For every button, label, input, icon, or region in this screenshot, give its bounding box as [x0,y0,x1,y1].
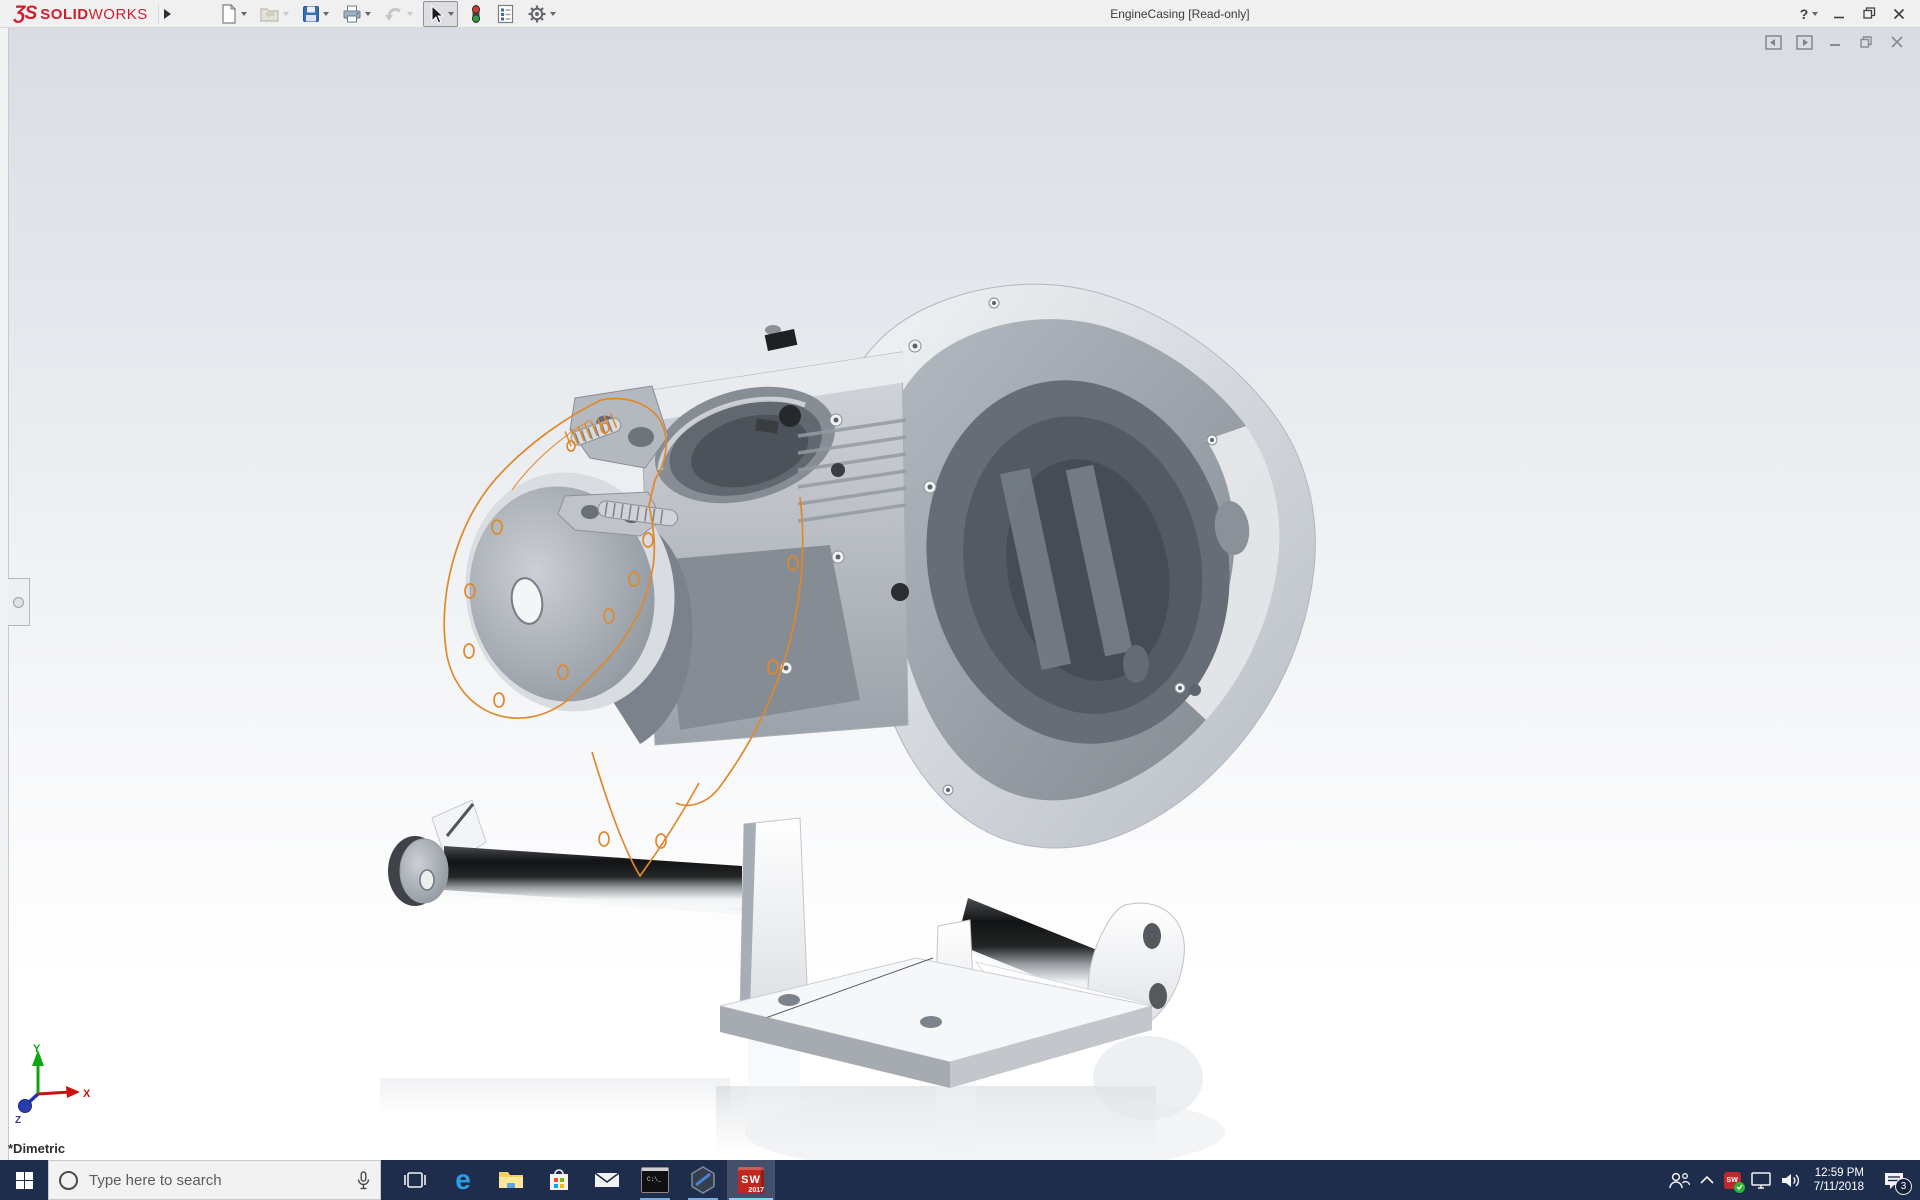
open-button[interactable] [257,2,292,26]
clutch-cover-assembly [465,385,693,744]
windows-logo-icon [15,1171,33,1189]
taskbar-app-hexagon[interactable] [679,1160,727,1200]
notification-badge: 3 [1895,1178,1912,1195]
minimize-button[interactable] [1824,1,1854,26]
z-axis-label: Z [15,1115,21,1126]
taskbar-app-solidworks[interactable]: SW 2017 [727,1160,775,1200]
document-window-controls [1762,32,1908,52]
check-icon [1733,1181,1745,1193]
store-icon [550,1169,568,1190]
graphics-area[interactable]: Y X Z *Dimetric [0,28,1920,1160]
file-properties-icon [497,4,513,23]
solidworks-app-icon: SW 2017 [738,1167,764,1194]
rebuild-button[interactable] [465,2,487,26]
feature-manager-tab[interactable] [8,578,30,626]
network-button[interactable] [1746,1160,1776,1200]
select-tool-button[interactable] [422,0,458,27]
restore-button[interactable] [1854,1,1884,26]
people-button[interactable] [1663,1160,1695,1200]
task-view-button[interactable] [391,1160,439,1200]
cortana-icon[interactable] [59,1170,78,1190]
speaker-icon [1781,1173,1799,1187]
taskbar-app-cmd[interactable]: C:\_ [631,1160,679,1200]
taskbar-app-store[interactable] [535,1160,583,1200]
title-bar: ƷS SOLID WORKS EngineCasing [Read-only] … [0,0,1920,28]
command-prompt-icon: C:\_ [641,1167,669,1193]
clock-date: 7/11/2018 [1813,1181,1864,1193]
new-document-icon [222,3,237,24]
options-gear-icon [528,5,546,22]
taskbar-search-input[interactable]: Type here to search [48,1160,381,1200]
solidworks-tray-icon: SW [1723,1171,1745,1193]
chevron-down-icon [406,11,413,16]
chevron-down-icon[interactable] [1812,11,1819,16]
solidworks-logo-mark: ƷS [14,2,37,24]
y-axis-label: Y [33,1043,41,1055]
microphone-icon[interactable] [357,1170,370,1190]
doc-restore-button[interactable] [1855,32,1877,52]
rebuild-traffic-light-icon [471,4,480,23]
chevron-down-icon[interactable] [447,11,454,16]
clock-time: 12:59 PM [1814,1167,1864,1179]
taskbar-empty-space [775,1160,1663,1200]
menu-flyout-button[interactable] [157,3,177,24]
right-triangle-icon [164,8,172,19]
mail-icon [594,1172,620,1187]
taskbar-app-file-explorer[interactable] [487,1160,535,1200]
undo-icon [384,7,401,21]
options-button[interactable] [524,2,559,26]
start-button[interactable] [0,1160,48,1200]
chevron-down-icon [282,11,289,16]
print-button[interactable] [339,2,374,26]
doc-close-button[interactable] [1886,32,1908,52]
new-document-button[interactable] [217,2,250,26]
solidworks-logo: ƷS SOLID WORKS [14,2,148,24]
solidworks-window: Y X Z *Dimetric ƷS SOLID WORKS EngineCas… [0,0,1920,1200]
open-folder-icon [260,7,279,22]
select-cursor-icon [431,4,445,24]
x-axis-label: X [83,1088,91,1100]
tray-overflow-button[interactable] [1695,1160,1719,1200]
chevron-down-icon[interactable] [240,11,247,16]
file-properties-button[interactable] [494,2,517,26]
save-floppy-icon [302,5,319,22]
close-button[interactable] [1884,1,1914,26]
task-view-icon [404,1172,426,1188]
windows-taskbar: Type here to search e C:\_ SW 2017 SW 12… [0,1160,1920,1200]
file-explorer-icon [499,1172,523,1188]
search-placeholder: Type here to search [89,1171,222,1189]
window-controls: ? [1794,1,1914,26]
taskbar-app-mail[interactable] [583,1160,631,1200]
show-left-pane-button[interactable] [1762,32,1784,52]
quick-access-toolbar [217,0,566,27]
print-icon [343,5,361,22]
front-mount-shaft [388,799,743,914]
chevron-down-icon[interactable] [322,11,329,16]
orientation-triad: Y X Z [15,1043,91,1126]
volume-button[interactable] [1776,1160,1806,1200]
people-icon [1668,1172,1690,1189]
doc-minimize-button[interactable] [1824,32,1846,52]
document-title: EngineCasing [Read-only] [1110,6,1250,21]
edge-icon: e [455,1164,471,1195]
show-right-pane-button[interactable] [1793,32,1815,52]
undo-button [381,2,416,26]
action-center-button[interactable]: 3 [1872,1160,1916,1200]
solidworks-monitor-tray[interactable]: SW [1719,1160,1746,1200]
engine-casing-model [380,283,1316,1160]
panel-tab-knob [13,596,24,608]
help-button[interactable]: ? [1794,1,1824,26]
x-axis-arrow [66,1086,80,1098]
chevron-down-icon[interactable] [549,11,556,16]
chevron-down-icon[interactable] [364,11,371,16]
chevron-up-icon [1700,1175,1714,1184]
view-orientation-label: *Dimetric [8,1141,66,1156]
save-button[interactable] [299,2,332,26]
network-icon [1750,1171,1771,1189]
system-tray: SW 12:59 PM 7/11/2018 3 [1663,1160,1920,1200]
taskbar-clock[interactable]: 12:59 PM 7/11/2018 [1806,1166,1872,1194]
taskbar-app-edge[interactable]: e [439,1160,487,1200]
z-axis-ball [18,1099,32,1113]
hexagon-app-icon [691,1166,715,1194]
